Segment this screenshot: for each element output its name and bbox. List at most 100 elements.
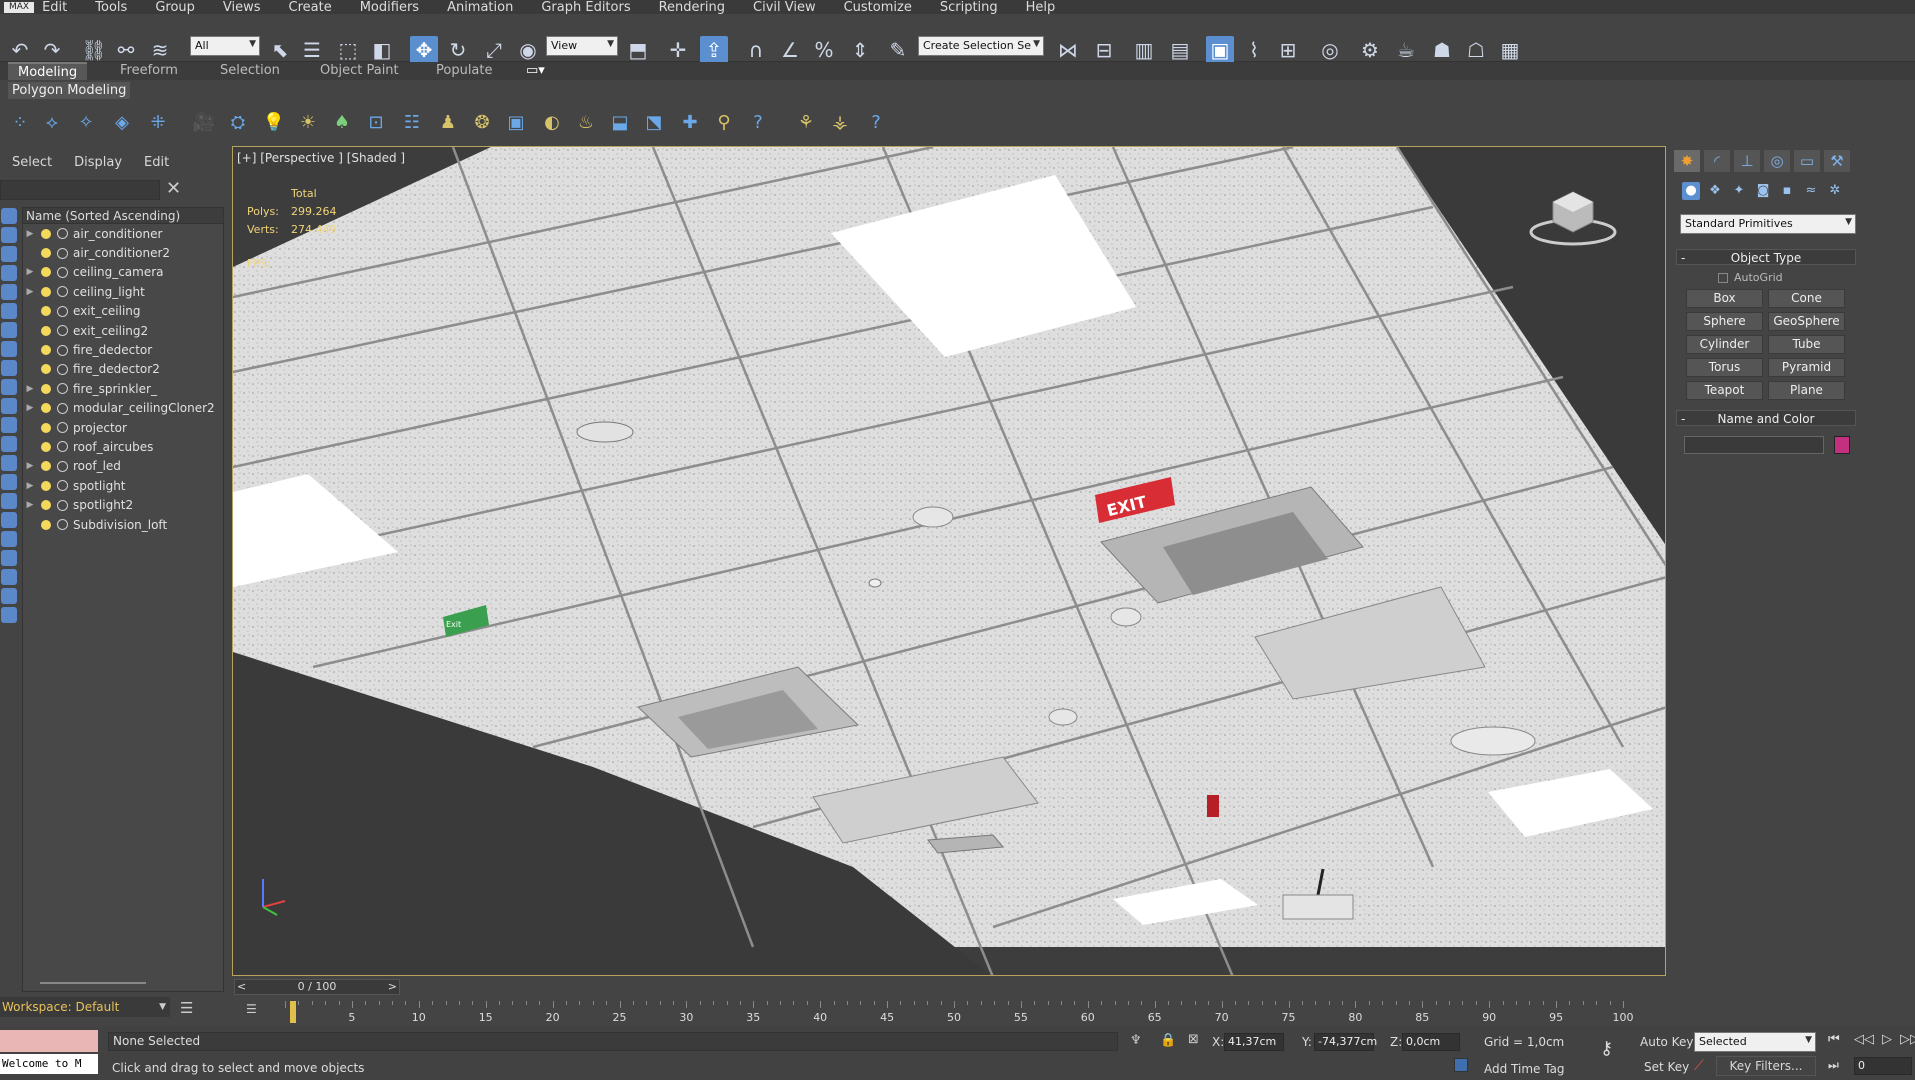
layers-icon[interactable]: ☰ bbox=[180, 999, 193, 1017]
scene-explorer-scrollbar[interactable] bbox=[40, 982, 146, 984]
expand-arrow-icon[interactable]: ▶ bbox=[23, 481, 37, 491]
edit-named-selection-icon[interactable]: ✎ bbox=[884, 36, 912, 64]
explorer-filter-icon[interactable] bbox=[1, 379, 17, 395]
explorer-filter-icon[interactable] bbox=[1, 322, 17, 338]
visibility-bulb-icon[interactable] bbox=[41, 422, 51, 433]
scene-object-row[interactable]: ▶ spotlight2 bbox=[23, 495, 223, 514]
visibility-bulb-icon[interactable] bbox=[41, 403, 51, 414]
y-coord-field[interactable]: -74,377cm bbox=[1314, 1033, 1377, 1051]
time-prev-icon[interactable]: < bbox=[237, 980, 246, 994]
daylight-icon[interactable]: ⚘ bbox=[794, 111, 818, 135]
visibility-bulb-icon[interactable] bbox=[41, 286, 51, 297]
helpers-icon[interactable]: ▪ bbox=[1778, 182, 1796, 200]
previous-frame-icon[interactable]: ◁◁ bbox=[1854, 1032, 1874, 1047]
select-object-icon[interactable]: ⬉ bbox=[266, 36, 294, 64]
visibility-bulb-icon[interactable] bbox=[41, 500, 51, 511]
go-to-start-icon[interactable]: ⏮ bbox=[1828, 1032, 1840, 1047]
menu-civil-view[interactable]: Civil View bbox=[753, 0, 816, 15]
menu-edit[interactable]: Edit bbox=[42, 0, 67, 15]
spinner-snap-icon[interactable]: ⇕ bbox=[846, 36, 874, 64]
scene-object-row[interactable]: Subdivision_loft bbox=[23, 515, 223, 534]
add-time-tag-button[interactable]: Add Time Tag bbox=[1484, 1062, 1565, 1076]
explorer-filter-icon[interactable] bbox=[1, 227, 17, 243]
visibility-bulb-icon[interactable] bbox=[41, 228, 51, 239]
tab-freeform[interactable]: Freeform bbox=[110, 62, 188, 80]
expand-arrow-icon[interactable]: ▶ bbox=[23, 229, 37, 239]
reference-coord-dropdown[interactable]: View ▼ bbox=[546, 36, 618, 56]
create-tab-icon[interactable]: ✸ bbox=[1674, 150, 1700, 172]
viewport-label[interactable]: [+] [Perspective ] [Shaded ] bbox=[237, 151, 405, 165]
polygon-modeling-panel[interactable]: Polygon Modeling bbox=[8, 82, 131, 99]
x-coord-field[interactable]: 41,37cm bbox=[1224, 1033, 1284, 1051]
toggle-ribbon-icon[interactable]: ▤ bbox=[1166, 36, 1194, 64]
menu-create[interactable]: Create bbox=[289, 0, 332, 15]
scene-object-row[interactable]: ▶ fire_sprinkler_ bbox=[23, 379, 223, 398]
scene-object-row[interactable]: fire_dedector2 bbox=[23, 360, 223, 379]
visibility-bulb-icon[interactable] bbox=[41, 383, 51, 394]
close-icon[interactable]: ✕ bbox=[166, 178, 181, 199]
object-name-input[interactable] bbox=[1684, 436, 1824, 454]
mirror-icon[interactable]: ⋈ bbox=[1054, 36, 1082, 64]
teapot-button[interactable]: Teapot bbox=[1686, 381, 1763, 400]
menu-help[interactable]: Help bbox=[1026, 0, 1056, 15]
timeline-playhead[interactable] bbox=[290, 1001, 296, 1023]
move-icon[interactable]: ✥ bbox=[410, 36, 438, 64]
explorer-filter-icon[interactable] bbox=[1, 398, 17, 414]
render-setup-icon[interactable]: ⚙ bbox=[1356, 36, 1384, 64]
explorer-filter-icon[interactable] bbox=[1, 341, 17, 357]
set-key-button[interactable]: Set Key bbox=[1644, 1060, 1689, 1074]
visibility-bulb-icon[interactable] bbox=[41, 441, 51, 452]
explorer-filter-icon[interactable] bbox=[1, 607, 17, 623]
key-icon[interactable]: ⚷ bbox=[1600, 1038, 1613, 1059]
play-icon[interactable]: ▷ bbox=[1882, 1032, 1892, 1047]
expand-arrow-icon[interactable]: ▶ bbox=[23, 500, 37, 510]
light-icon[interactable]: 💡 bbox=[262, 111, 286, 135]
cross-icon[interactable]: ✚ bbox=[678, 111, 702, 135]
menu-animation[interactable]: Animation bbox=[447, 0, 513, 15]
workspace-dropdown[interactable]: Workspace: Default ▼ bbox=[0, 997, 170, 1017]
photometric-icon[interactable]: ⚶ bbox=[828, 111, 852, 135]
next-frame-icon[interactable]: ▷▷ bbox=[1900, 1032, 1915, 1047]
spacewarps-icon[interactable]: ≈ bbox=[1802, 182, 1820, 200]
expand-arrow-icon[interactable]: ▶ bbox=[23, 461, 37, 471]
layer-explorer-icon[interactable]: ▥ bbox=[1130, 36, 1158, 64]
tab-populate[interactable]: Populate bbox=[426, 62, 503, 80]
rotate-icon[interactable]: ↻ bbox=[444, 36, 472, 64]
box-button[interactable]: Box bbox=[1686, 289, 1763, 308]
timeline-toggle-icon[interactable]: ☰ bbox=[246, 1002, 264, 1016]
scene-object-row[interactable]: ▶ ceiling_camera bbox=[23, 263, 223, 282]
explorer-filter-icon[interactable] bbox=[1, 588, 17, 604]
lights-icon[interactable]: ✦ bbox=[1730, 182, 1748, 200]
menu-edit[interactable]: Edit bbox=[144, 155, 169, 173]
app-logo[interactable]: MAX bbox=[4, 1, 35, 13]
torus-button[interactable]: Torus bbox=[1686, 358, 1763, 377]
frame-mode-icon[interactable]: ⏭ bbox=[1828, 1058, 1839, 1073]
scene-object-row[interactable]: ▶ ceiling_light bbox=[23, 282, 223, 301]
modify-tab-icon[interactable]: ◜ bbox=[1704, 150, 1730, 172]
absolute-mode-icon[interactable]: ⊠ bbox=[1188, 1032, 1199, 1047]
scene-object-row[interactable]: exit_ceiling bbox=[23, 302, 223, 321]
tab-object-paint[interactable]: Object Paint bbox=[310, 62, 409, 80]
cylinder-button[interactable]: Cylinder bbox=[1686, 335, 1763, 354]
ribbon-options-icon[interactable]: ▭▾ bbox=[516, 62, 555, 80]
help2-icon[interactable]: ? bbox=[864, 111, 888, 135]
rendered-frame-window-icon[interactable]: ☕ bbox=[1392, 36, 1420, 64]
scene-object-row[interactable]: ▶ spotlight bbox=[23, 476, 223, 495]
name-and-color-rollout[interactable]: - Name and Color bbox=[1676, 410, 1856, 426]
expand-arrow-icon[interactable]: ▶ bbox=[23, 384, 37, 394]
select-by-name-icon[interactable]: ☰ bbox=[298, 36, 326, 64]
tab-selection[interactable]: Selection bbox=[210, 62, 290, 80]
bulb-icon[interactable]: ♟ bbox=[436, 111, 460, 135]
perspective-viewport[interactable]: EXIT Exit [+] [Perspective ] [Shaded ] T… bbox=[232, 146, 1666, 976]
help-icon[interactable]: ? bbox=[746, 111, 770, 135]
undo-icon[interactable]: ↶ bbox=[6, 36, 34, 64]
plane-button[interactable]: Plane bbox=[1768, 381, 1845, 400]
scene-search-input[interactable] bbox=[0, 180, 160, 200]
link-icon[interactable]: ⛓ bbox=[80, 36, 108, 64]
align-icon[interactable]: ⊟ bbox=[1090, 36, 1118, 64]
placement-icon[interactable]: ◉ bbox=[514, 36, 542, 64]
menu-scripting[interactable]: Scripting bbox=[940, 0, 998, 15]
shapes-icon[interactable]: ❖ bbox=[1706, 182, 1724, 200]
rectangle-selection-icon[interactable]: ⬚ bbox=[334, 36, 362, 64]
keyboard-shortcut-override-icon[interactable]: ⇪ bbox=[700, 36, 728, 64]
